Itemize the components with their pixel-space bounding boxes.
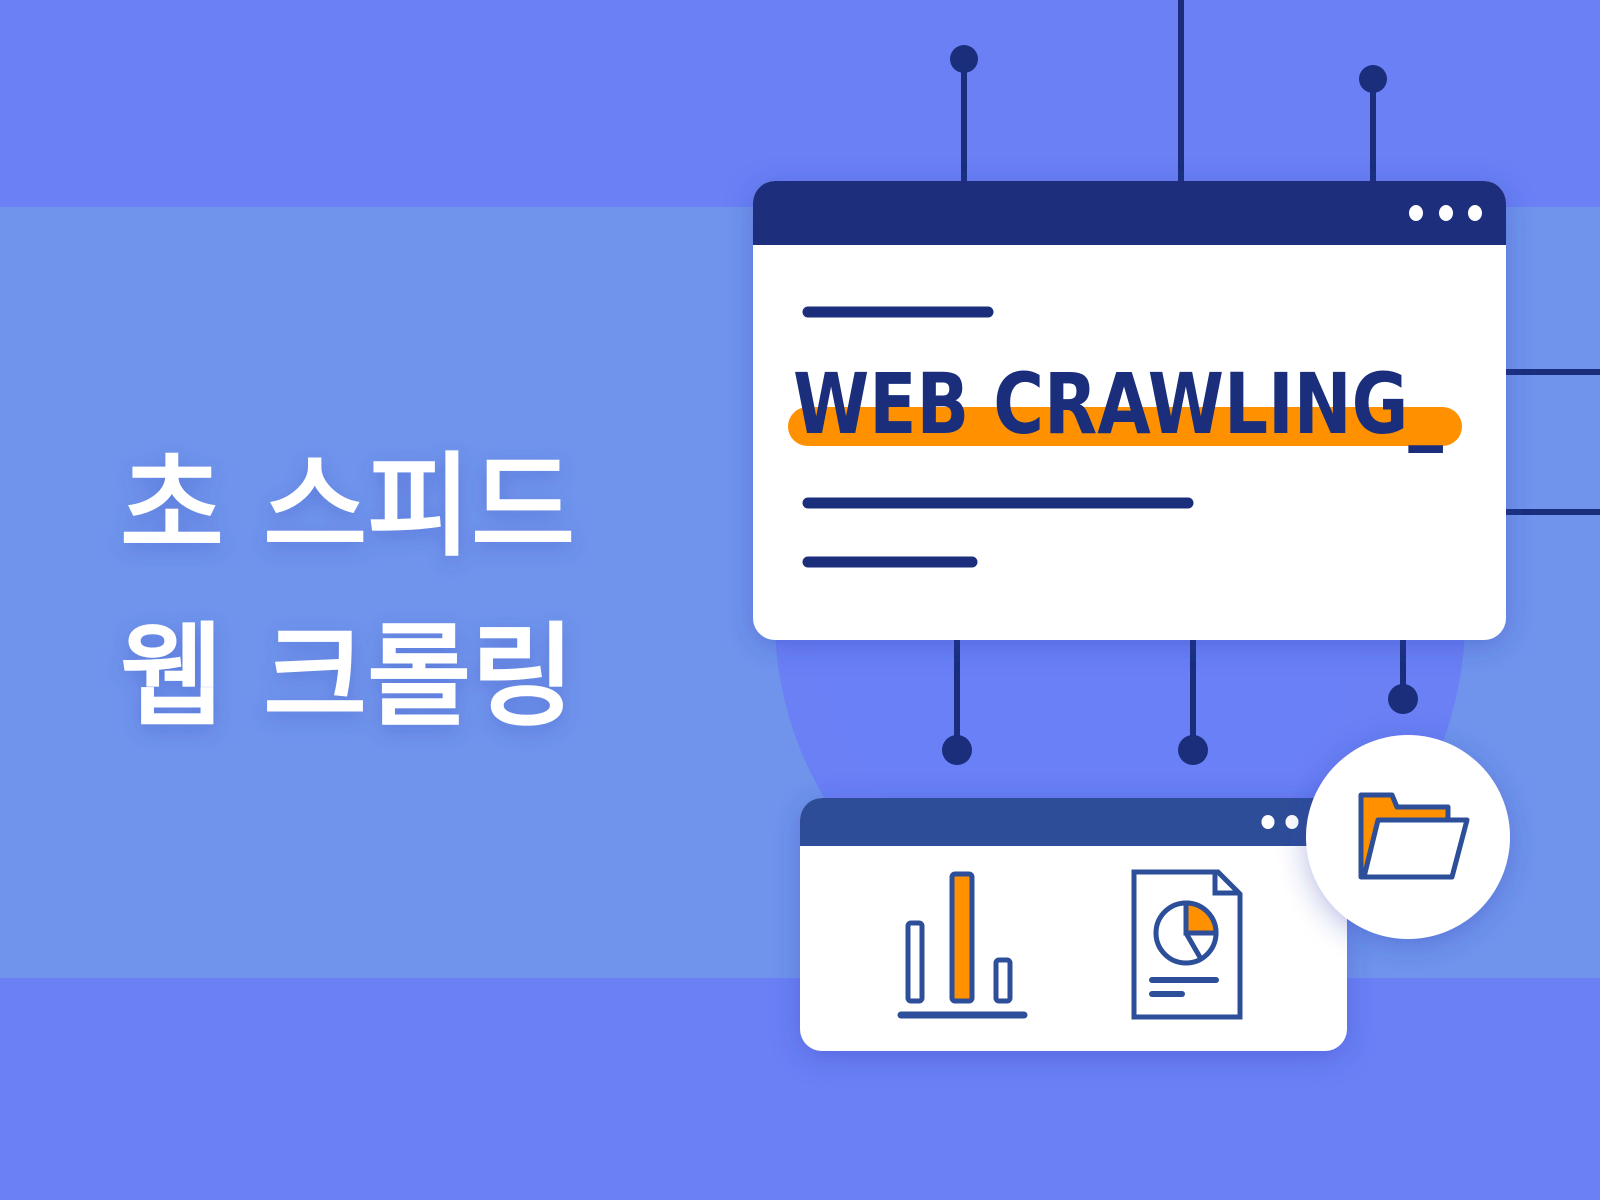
window-header bbox=[753, 181, 1506, 245]
result-window bbox=[800, 798, 1347, 1051]
web-crawling-title: WEB CRAWLING_ bbox=[793, 355, 1443, 453]
illustration: 초 스피드 웹 크롤링 WEB CRAWLING_ bbox=[0, 0, 1600, 1051]
window-controls[interactable] bbox=[1409, 205, 1482, 221]
headline-line-2: 웹 크롤링 bbox=[120, 612, 575, 742]
headline-line-1: 초 스피드 bbox=[120, 442, 575, 572]
pie-chart-document-icon bbox=[1131, 869, 1243, 1020]
